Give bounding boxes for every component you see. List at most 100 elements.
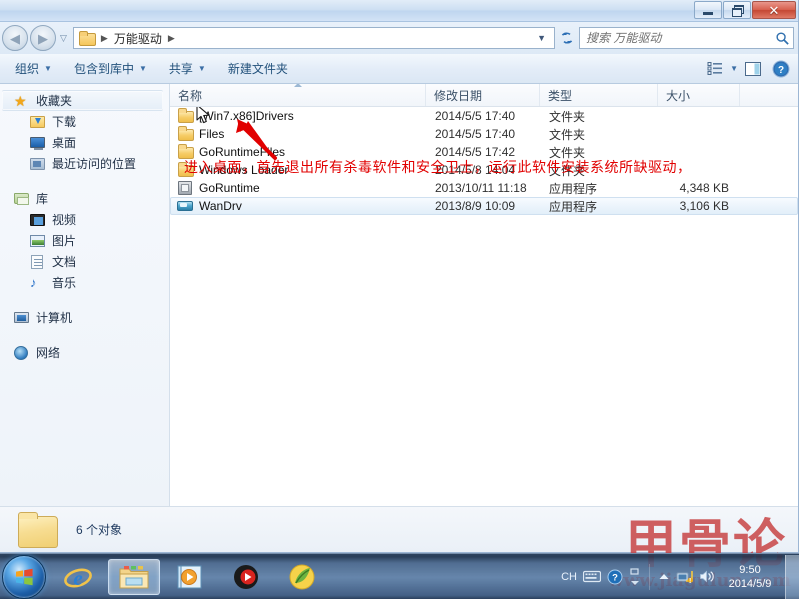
address-bar-row: ◀ ▶ ▽ ▶ 万能驱动 ▶ ▼ bbox=[0, 22, 798, 54]
refresh-icon bbox=[561, 32, 573, 44]
folder-icon bbox=[177, 126, 194, 142]
view-dropdown-icon[interactable]: ▼ bbox=[730, 64, 738, 73]
sidebar-item-favorites[interactable]: ★ 收藏夹 bbox=[2, 90, 163, 111]
application-blue-icon bbox=[177, 198, 193, 214]
change-view-button[interactable] bbox=[702, 58, 728, 80]
sidebar-label-network: 网络 bbox=[36, 346, 61, 360]
taskbar-item-windows-explorer[interactable] bbox=[108, 558, 160, 595]
restore-button[interactable] bbox=[723, 1, 751, 19]
cell-size: 4,348 KB bbox=[679, 181, 729, 195]
table-row[interactable]: GoRuntime 2013/10/11 11:18 应用程序 4,348 KB bbox=[170, 179, 798, 197]
preview-pane-button[interactable] bbox=[740, 58, 766, 80]
column-header-date[interactable]: 修改日期 bbox=[426, 84, 540, 106]
network-status-button[interactable]: ! bbox=[676, 569, 693, 584]
column-header-size[interactable]: 大小 bbox=[658, 84, 740, 106]
forward-arrow-icon: ▶ bbox=[38, 30, 48, 46]
forward-button[interactable]: ▶ bbox=[30, 25, 56, 51]
music-icon: ♪ bbox=[30, 274, 37, 290]
explorer-window: ✕ ◀ ▶ ▽ ▶ 万能驱动 ▶ ▼ 搜索 万能驱动 组织 ▼ 包含到库中 ▼ … bbox=[0, 0, 799, 553]
cell-type: 应用程序 bbox=[549, 181, 598, 196]
back-button[interactable]: ◀ bbox=[2, 25, 28, 51]
media-player-icon bbox=[177, 565, 202, 588]
show-desktop-button[interactable] bbox=[785, 554, 799, 599]
breadcrumb-dropdown-icon[interactable]: ▼ bbox=[531, 33, 552, 43]
new-folder-button[interactable]: 新建文件夹 bbox=[217, 56, 299, 81]
svg-text:?: ? bbox=[612, 572, 618, 583]
sidebar-item-documents[interactable]: 文档 bbox=[0, 251, 169, 272]
restore-icon bbox=[731, 5, 744, 17]
column-header-type[interactable]: 类型 bbox=[540, 84, 658, 106]
file-name-label: Files bbox=[199, 127, 225, 141]
include-in-library-button[interactable]: 包含到库中 ▼ bbox=[63, 56, 158, 81]
share-button[interactable]: 共享 ▼ bbox=[158, 56, 217, 81]
cell-name: WanDrv bbox=[171, 198, 427, 214]
table-row[interactable]: Files 2014/5/5 17:40 文件夹 bbox=[170, 125, 798, 143]
sidebar-item-videos[interactable]: 视频 bbox=[0, 209, 169, 230]
taskbar-item-internet-explorer[interactable]: e bbox=[52, 559, 104, 595]
close-icon: ✕ bbox=[768, 2, 780, 18]
search-box[interactable] bbox=[579, 27, 794, 49]
sidebar-item-recent-places[interactable]: 最近访问的位置 bbox=[0, 153, 169, 174]
sidebar-item-downloads[interactable]: 下载 bbox=[0, 111, 169, 132]
chevron-up-icon bbox=[659, 573, 669, 579]
title-bar[interactable]: ✕ bbox=[0, 0, 798, 22]
folder-icon bbox=[78, 31, 96, 46]
cell-date: 2014/5/5 17:40 bbox=[435, 109, 516, 123]
command-bar: 组织 ▼ 包含到库中 ▼ 共享 ▼ 新建文件夹 ▼ ? bbox=[0, 54, 798, 84]
breadcrumb-separator-icon: ▶ bbox=[100, 32, 108, 43]
folder-icon bbox=[177, 108, 194, 124]
sidebar-label-favorites: 收藏夹 bbox=[36, 94, 73, 108]
sidebar-label-libraries: 库 bbox=[36, 192, 49, 206]
taskbar-item-media-player-alt[interactable] bbox=[220, 559, 272, 595]
column-header-filler[interactable] bbox=[740, 84, 798, 106]
desktop: ✕ ◀ ▶ ▽ ▶ 万能驱动 ▶ ▼ 搜索 万能驱动 组织 ▼ 包含到库中 ▼ … bbox=[0, 0, 799, 599]
recent-locations-dropdown-icon[interactable]: ▽ bbox=[60, 33, 67, 44]
help-button[interactable]: ? bbox=[768, 58, 794, 80]
sidebar-item-pictures[interactable]: 图片 bbox=[0, 230, 169, 251]
close-button[interactable]: ✕ bbox=[752, 1, 796, 19]
search-input[interactable] bbox=[586, 31, 775, 45]
table-row[interactable]: [Win7.x86]Drivers 2014/5/5 17:40 文件夹 bbox=[170, 107, 798, 125]
refresh-button[interactable] bbox=[557, 28, 577, 48]
sidebar-item-music[interactable]: ♪ 音乐 bbox=[0, 272, 169, 293]
nav-group-favorites: ★ 收藏夹 下载 桌面 最近访问的位置 bbox=[0, 90, 169, 174]
file-rows: [Win7.x86]Drivers 2014/5/5 17:40 文件夹 Files 2… bbox=[170, 107, 798, 506]
organize-button[interactable]: 组织 ▼ bbox=[4, 56, 63, 81]
green-leaf-app-icon bbox=[289, 564, 315, 589]
file-list-pane: 名称 修改日期 类型 大小 [Win7.x86]Drivers 2014/5/5 … bbox=[170, 84, 798, 506]
table-row[interactable]: WanDrv 2013/8/9 10:09 应用程序 3,106 KB bbox=[170, 197, 798, 215]
ime-indicator[interactable]: CH bbox=[561, 571, 577, 583]
cell-date: 2014/5/5 17:40 bbox=[435, 127, 516, 141]
new-folder-label: 新建文件夹 bbox=[227, 62, 288, 76]
volume-button[interactable] bbox=[699, 569, 715, 584]
show-hidden-icons-button[interactable] bbox=[658, 571, 670, 583]
cell-name: GoRuntime bbox=[171, 180, 427, 196]
sidebar-item-computer[interactable]: 计算机 bbox=[0, 307, 169, 328]
large-folder-icon bbox=[16, 511, 60, 549]
start-button[interactable] bbox=[2, 554, 46, 599]
cell-date: 2013/8/9 10:09 bbox=[435, 199, 516, 213]
taskbar-item-green-app[interactable] bbox=[276, 559, 328, 595]
minimize-button[interactable] bbox=[694, 1, 722, 19]
sidebar-label-computer: 计算机 bbox=[36, 311, 73, 325]
sidebar-item-network[interactable]: 网络 bbox=[0, 342, 169, 363]
clock-time: 9:50 bbox=[739, 563, 761, 576]
ime-help-button[interactable]: ? bbox=[607, 569, 623, 585]
ime-label: CH bbox=[561, 570, 577, 583]
pictures-icon bbox=[30, 233, 46, 249]
view-options-icon bbox=[707, 62, 722, 75]
clock[interactable]: 9:50 2014/5/9 bbox=[721, 563, 779, 591]
sidebar-label-music: 音乐 bbox=[52, 276, 77, 290]
breadcrumb-item-root[interactable]: 万能驱动 bbox=[112, 30, 164, 47]
sidebar-item-desktop[interactable]: 桌面 bbox=[0, 132, 169, 153]
taskbar-item-windows-media-player[interactable] bbox=[164, 559, 216, 595]
breadcrumb-separator-2-icon[interactable]: ▶ bbox=[164, 33, 179, 44]
help-icon: ? bbox=[772, 60, 790, 77]
internet-explorer-icon: e bbox=[64, 566, 92, 590]
column-header-name[interactable]: 名称 bbox=[170, 84, 426, 106]
breadcrumb[interactable]: ▶ 万能驱动 ▶ ▼ bbox=[72, 27, 555, 49]
application-gray-icon bbox=[177, 180, 193, 196]
ime-keyboard-button[interactable] bbox=[583, 570, 601, 583]
sidebar-item-libraries[interactable]: 库 bbox=[0, 188, 169, 209]
ime-options-button[interactable] bbox=[629, 567, 641, 587]
